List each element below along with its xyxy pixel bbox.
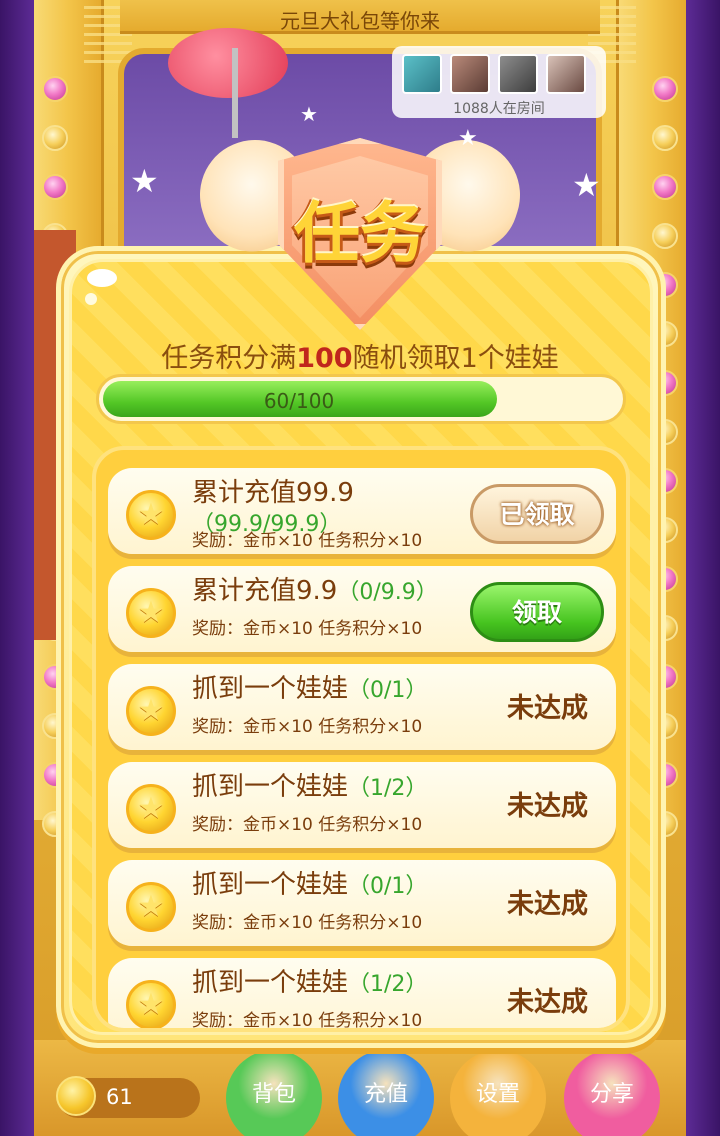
backpack-button[interactable]: 背包 [226,1050,322,1136]
task-name: 抓到一个娃娃 [192,870,349,900]
coin-balance-value: 61 [106,1085,133,1109]
task-status: 未达成 [507,987,588,1018]
recharge-button[interactable]: 充值 [338,1050,434,1136]
task-status: 未达成 [507,693,588,724]
task-row: 抓到一个娃娃（1/2） 奖励：金币×10 任务积分×10 未达成 [108,958,616,1031]
task-name: 抓到一个娃娃 [192,968,349,998]
star-icon: ★ [572,166,601,204]
star-icon: ★ [458,126,478,151]
task-title: 抓到一个娃娃（0/1） [192,870,482,902]
task-name: 抓到一个娃娃 [192,772,349,802]
recharge-button-label: 充值 [363,1082,408,1107]
task-progress: （1/2） [348,972,428,997]
dialog-title: 任务 [294,195,426,272]
task-name: 累计充值99.9 [192,478,354,508]
task-progress: （0/1） [348,874,428,899]
coin-star-icon [126,588,176,638]
task-row: 抓到一个娃娃（1/2） 奖励：金币×10 任务积分×10 未达成 [108,762,616,848]
task-reward: 奖励：金币×10 任务积分×10 [192,1011,423,1031]
task-row: 累计充值99.9（99.9/99.9）奖励：金币×10 任务积分×10已领取 [108,468,616,554]
avatar[interactable] [402,54,442,94]
share-button[interactable]: 分享 [564,1050,660,1136]
coin-star-icon [126,490,176,540]
task-title: 抓到一个娃娃（1/2） [192,968,482,1000]
backpack-button-label: 背包 [251,1082,296,1107]
avatar[interactable] [546,54,586,94]
task-goal-suffix: 随机领取1个娃娃 [352,343,559,374]
task-reward: 奖励：金币×10 任务积分×10 [192,913,423,933]
claim-button[interactable]: 领取 [470,582,604,642]
coin-star-icon [126,686,176,736]
task-reward: 奖励：金币×10 任务积分×10 [192,717,423,737]
coin-star-icon [126,882,176,932]
settings-button[interactable]: 设置 [450,1050,546,1136]
task-status: 未达成 [507,889,588,920]
task-goal-prefix: 任务积分满 [161,343,297,374]
task-progress: （1/2） [348,776,428,801]
task-title: 累计充值9.9（0/9.9） [192,576,482,608]
share-button-label: 分享 [589,1082,634,1107]
points-progress-bar: 60/100 [96,374,626,424]
light-bulb-icon [652,223,678,249]
task-reward: 奖励：金币×10 任务积分×10 [192,619,423,639]
task-name: 累计充值9.9 [192,576,338,606]
light-bulb-icon [652,174,678,200]
task-goal-text: 任务积分满100随机领取1个娃娃 [0,336,720,375]
task-title: 抓到一个娃娃（1/2） [192,772,482,804]
task-row: 抓到一个娃娃（0/1） 奖励：金币×10 任务积分×10 未达成 [108,664,616,750]
star-icon: ★ [130,162,159,200]
avatar[interactable] [498,54,538,94]
gloss-highlight [87,269,117,287]
task-row: 抓到一个娃娃（0/1） 奖励：金币×10 任务积分×10 未达成 [108,860,616,946]
top-banner[interactable]: 元旦大礼包等你来 [120,0,600,34]
task-progress: （0/9.9） [337,580,438,605]
task-status: 未达成 [507,791,588,822]
coin-star-icon [126,784,176,834]
top-banner-text: 元旦大礼包等你来 [280,9,440,33]
progress-label: 60/100 [263,389,335,413]
viewers-panel[interactable]: 1088人在房间 [392,46,606,118]
task-reward: 奖励：金币×10 任务积分×10 [192,815,423,835]
task-reward: 奖励：金币×10 任务积分×10 [192,531,423,551]
task-list[interactable]: 累计充值99.9（99.9/99.9）奖励：金币×10 任务积分×10已领取累计… [92,446,630,1032]
settings-button-label: 设置 [475,1082,520,1107]
coin-star-icon [126,980,176,1028]
balloon-prize [168,28,288,98]
star-icon: ★ [300,102,318,126]
light-bulb-icon [42,174,68,200]
coin-balance[interactable]: 61 [56,1076,200,1118]
task-row: 累计充值9.9（0/9.9） 奖励：金币×10 任务积分×10 领取 [108,566,616,652]
light-bulb-icon [652,125,678,151]
claimed-button[interactable]: 已领取 [470,484,604,544]
task-goal-target: 100 [296,343,353,374]
task-name: 抓到一个娃娃 [192,674,349,704]
coin-icon [56,1076,96,1116]
light-bulb-icon [42,76,68,102]
light-bulb-icon [42,125,68,151]
light-bulb-icon [652,76,678,102]
task-title: 抓到一个娃娃（0/1） [192,674,482,706]
gloss-highlight [85,293,97,305]
avatar[interactable] [450,54,490,94]
task-progress: （0/1） [348,678,428,703]
